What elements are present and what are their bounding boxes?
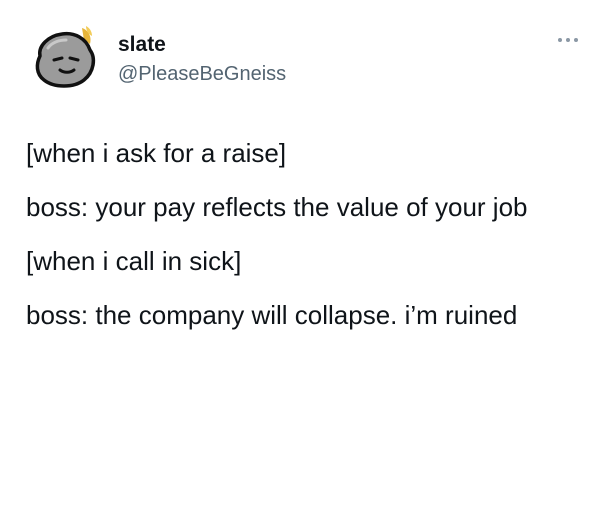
tweet-line: [when i call in sick]: [26, 246, 242, 276]
author-display-name[interactable]: slate: [118, 32, 286, 58]
rock-face-avatar-icon: [27, 21, 105, 99]
author-names: slate @PleaseBeGneiss: [118, 32, 286, 87]
tweet-card: slate @PleaseBeGneiss [when i ask for a …: [0, 0, 600, 517]
more-options-button[interactable]: [556, 30, 580, 50]
tweet-header: slate @PleaseBeGneiss: [26, 20, 580, 104]
tweet-line: boss: your pay reflects the value of you…: [26, 192, 528, 222]
tweet-line: boss: the company will collapse. i’m rui…: [26, 300, 518, 330]
more-options-icon: [558, 38, 578, 42]
author-handle[interactable]: @PleaseBeGneiss: [118, 61, 286, 87]
tweet-line: [when i ask for a raise]: [26, 138, 287, 168]
tweet-text: [when i ask for a raise] boss: your pay …: [26, 134, 574, 350]
avatar[interactable]: [26, 20, 106, 100]
